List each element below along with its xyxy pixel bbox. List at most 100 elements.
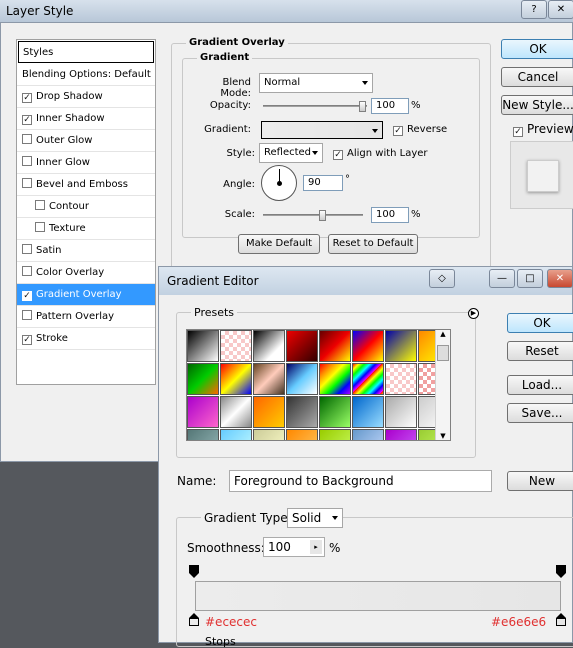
smoothness-input[interactable]: 100 ▸ bbox=[263, 537, 325, 557]
style-checkbox[interactable]: ✓ bbox=[22, 291, 32, 301]
preset-swatch[interactable] bbox=[220, 363, 252, 395]
reset-to-default-button[interactable]: Reset to Default bbox=[328, 234, 418, 254]
color-stop-right[interactable] bbox=[556, 613, 566, 626]
preset-swatch[interactable] bbox=[352, 330, 384, 362]
color-stop-left[interactable] bbox=[189, 613, 199, 626]
presets-scrollbar[interactable]: ▲ ▼ bbox=[435, 330, 450, 440]
gradient-type-select[interactable]: Solid bbox=[287, 508, 343, 528]
preset-swatch[interactable] bbox=[319, 396, 351, 428]
preset-swatch[interactable] bbox=[187, 330, 219, 362]
styles-item[interactable]: Contour bbox=[17, 196, 155, 218]
align-option[interactable]: ✓ Align with Layer bbox=[333, 148, 428, 160]
styles-item[interactable]: Pattern Overlay bbox=[17, 306, 155, 328]
style-checkbox[interactable] bbox=[22, 156, 32, 166]
preset-swatch[interactable] bbox=[187, 396, 219, 428]
blend-mode-select[interactable]: Normal bbox=[259, 73, 373, 93]
editor-ok-button[interactable]: OK bbox=[507, 313, 573, 333]
help-icon[interactable]: ? bbox=[521, 0, 547, 19]
preset-swatch[interactable] bbox=[253, 330, 285, 362]
style-checkbox[interactable] bbox=[35, 200, 45, 210]
styles-item[interactable]: Outer Glow bbox=[17, 130, 155, 152]
close-icon[interactable]: ✕ bbox=[548, 0, 573, 19]
styles-item[interactable]: Color Overlay bbox=[17, 262, 155, 284]
preset-swatch[interactable] bbox=[220, 396, 252, 428]
opacity-input[interactable]: 100 bbox=[371, 98, 409, 114]
scale-input[interactable]: 100 bbox=[371, 207, 409, 223]
style-checkbox[interactable] bbox=[22, 244, 32, 254]
editor-reset-button[interactable]: Reset bbox=[507, 341, 573, 361]
maximize-icon[interactable]: □ bbox=[517, 269, 543, 288]
preset-swatch[interactable] bbox=[352, 429, 384, 440]
gradient-name-input[interactable]: Foreground to Background bbox=[229, 470, 492, 492]
preset-swatch[interactable] bbox=[319, 363, 351, 395]
style-checkbox[interactable] bbox=[22, 310, 32, 320]
preset-swatch[interactable] bbox=[352, 363, 384, 395]
preview-option[interactable]: ✓ Preview bbox=[513, 122, 573, 137]
style-checkbox[interactable] bbox=[22, 134, 32, 144]
preset-swatch[interactable] bbox=[385, 363, 417, 395]
opacity-slider[interactable] bbox=[263, 101, 367, 112]
preset-swatch[interactable] bbox=[286, 429, 318, 440]
editor-new-button[interactable]: New bbox=[507, 471, 573, 491]
opacity-stop-right[interactable] bbox=[556, 565, 566, 578]
styles-header[interactable]: Styles bbox=[18, 41, 154, 63]
smoothness-arrow-icon[interactable]: ▸ bbox=[310, 540, 322, 554]
preset-swatch[interactable] bbox=[352, 396, 384, 428]
editor-save-button[interactable]: Save... bbox=[507, 403, 573, 423]
styles-item[interactable]: Texture bbox=[17, 218, 155, 240]
style-select[interactable]: Reflected bbox=[259, 143, 323, 163]
make-default-button[interactable]: Make Default bbox=[238, 234, 320, 254]
preset-swatch[interactable] bbox=[253, 363, 285, 395]
styles-item[interactable]: Inner Glow bbox=[17, 152, 155, 174]
presets-menu-icon[interactable]: ▶ bbox=[468, 308, 479, 319]
preset-swatch[interactable] bbox=[319, 330, 351, 362]
gradient-picker[interactable] bbox=[261, 121, 383, 139]
preset-swatch[interactable] bbox=[286, 396, 318, 428]
editor-load-button[interactable]: Load... bbox=[507, 375, 573, 395]
opacity-slider-thumb[interactable] bbox=[359, 101, 366, 112]
preset-swatch[interactable] bbox=[286, 330, 318, 362]
preset-swatch[interactable] bbox=[253, 396, 285, 428]
style-checkbox[interactable] bbox=[22, 178, 32, 188]
reverse-checkbox[interactable]: ✓ bbox=[393, 126, 403, 136]
preset-swatch[interactable] bbox=[187, 363, 219, 395]
close-icon[interactable]: ✕ bbox=[547, 269, 573, 288]
collapse-icon[interactable]: ◇ bbox=[429, 269, 455, 288]
preview-checkbox[interactable]: ✓ bbox=[513, 127, 523, 137]
scroll-down-icon[interactable]: ▼ bbox=[436, 432, 450, 440]
style-checkbox[interactable] bbox=[35, 222, 45, 232]
scroll-thumb[interactable] bbox=[437, 345, 449, 361]
styles-item[interactable]: Blending Options: Default bbox=[17, 64, 155, 86]
styles-item[interactable]: ✓ Inner Shadow bbox=[17, 108, 155, 130]
cancel-button[interactable]: Cancel bbox=[501, 67, 573, 87]
preset-swatch[interactable] bbox=[220, 429, 252, 440]
styles-item[interactable]: ✓ Gradient Overlay bbox=[17, 284, 155, 306]
opacity-stop-left[interactable] bbox=[189, 565, 199, 578]
align-checkbox[interactable]: ✓ bbox=[333, 150, 343, 160]
style-checkbox[interactable]: ✓ bbox=[22, 335, 32, 345]
styles-item[interactable]: ✓ Drop Shadow bbox=[17, 86, 155, 108]
reverse-option[interactable]: ✓ Reverse bbox=[393, 124, 447, 136]
styles-item[interactable]: ✓ Stroke bbox=[17, 328, 155, 350]
preset-swatch[interactable] bbox=[253, 429, 285, 440]
styles-item[interactable]: Satin bbox=[17, 240, 155, 262]
scroll-up-icon[interactable]: ▲ bbox=[436, 330, 450, 338]
preset-swatch[interactable] bbox=[220, 330, 252, 362]
style-checkbox[interactable]: ✓ bbox=[22, 93, 32, 103]
styles-item[interactable]: Bevel and Emboss bbox=[17, 174, 155, 196]
angle-dial[interactable] bbox=[261, 165, 297, 201]
preset-swatch[interactable] bbox=[385, 429, 417, 440]
preset-swatch[interactable] bbox=[286, 363, 318, 395]
minimize-icon[interactable]: — bbox=[489, 269, 515, 288]
gradient-preview-bar[interactable] bbox=[195, 581, 561, 611]
style-checkbox[interactable] bbox=[22, 266, 32, 276]
angle-input[interactable]: 90 bbox=[303, 175, 343, 191]
new-style-button[interactable]: New Style... bbox=[501, 95, 573, 115]
preset-swatch[interactable] bbox=[187, 429, 219, 440]
preset-swatch[interactable] bbox=[385, 396, 417, 428]
preset-swatch[interactable] bbox=[319, 429, 351, 440]
scale-slider[interactable] bbox=[263, 210, 363, 221]
style-checkbox[interactable]: ✓ bbox=[22, 115, 32, 125]
preset-swatch[interactable] bbox=[385, 330, 417, 362]
ok-button[interactable]: OK bbox=[501, 39, 573, 59]
